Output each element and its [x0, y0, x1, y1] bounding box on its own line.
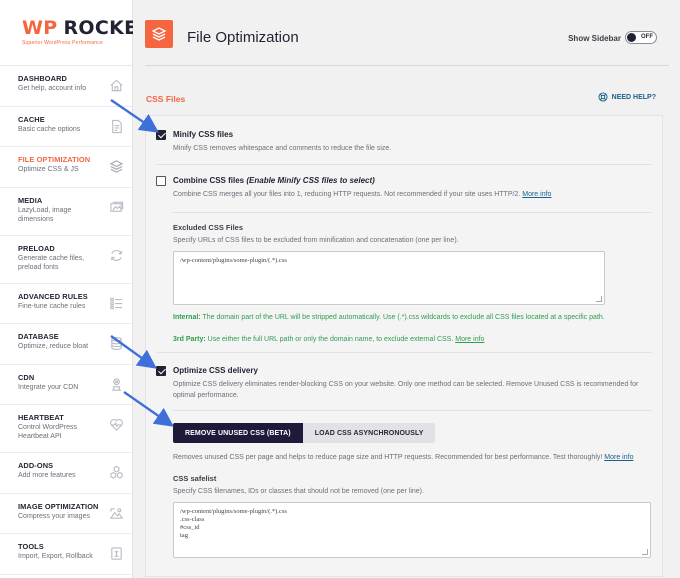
css-files-card: Minify CSS files Minify CSS removes whit… — [145, 115, 663, 577]
ruc-desc-text: Removes unused CSS per page and helps to… — [173, 454, 603, 461]
css-safelist-value: /wp-content/plugins/some-plugin/(.*).css… — [180, 508, 287, 539]
combine-css-label[interactable]: Combine CSS files (Enable Minify CSS fil… — [173, 176, 375, 185]
optimize-css-delivery-desc: Optimize CSS delivery eliminates render-… — [173, 381, 639, 399]
sidebar-item-sub: LazyLoad, image dimensions — [18, 206, 72, 223]
header-divider — [145, 65, 669, 66]
show-sidebar-label: Show Sidebar — [568, 34, 621, 43]
wp-rocket-logo[interactable]: WP ROCKET Superior WordPress Performance — [0, 0, 150, 66]
optimize-css-delivery-label[interactable]: Optimize CSS delivery — [173, 366, 258, 375]
minify-css-option: Minify CSS files Minify CSS removes whit… — [156, 130, 656, 160]
css-delivery-method-buttons: REMOVE UNUSED CSS (BETA) LOAD CSS ASYNCH… — [173, 423, 436, 443]
toggle-state: OFF — [641, 34, 653, 40]
refresh-icon — [111, 249, 122, 261]
combine-css-desc-text: Combine CSS merges all your files into 1… — [173, 191, 521, 198]
sidebar-item-sub: Optimize, reduce bloat — [18, 343, 89, 350]
combine-css-label-hint: (Enable Minify CSS files to select) — [246, 176, 375, 185]
combine-more-info-link[interactable]: More info — [522, 191, 551, 198]
excluded-css-textarea[interactable]: /wp-content/plugins/some-plugin/(.*).css — [173, 251, 605, 305]
load-css-async-button[interactable]: LOAD CSS ASYNCHRONOUSLY — [302, 423, 436, 443]
ruc-more-info-link[interactable]: More info — [604, 454, 633, 461]
page-title: File Optimization — [187, 29, 299, 46]
excluded-more-info-link[interactable]: More info — [455, 336, 484, 343]
sidebar-item-sub: Add more features — [18, 472, 76, 479]
css-safelist-desc: Specify CSS filenames, IDs or classes th… — [173, 488, 424, 495]
excluded-css-value: /wp-content/plugins/some-plugin/(.*).css — [180, 257, 287, 264]
list-icon — [110, 297, 123, 309]
internal-text: The domain part of the URL will be strip… — [200, 314, 605, 321]
sidebar-item-sub: Optimize CSS & JS — [18, 166, 79, 173]
sidebar-item-sub: Compress your images — [18, 512, 90, 520]
css-safelist-textarea[interactable]: /wp-content/plugins/some-plugin/(.*).css… — [173, 502, 651, 558]
minify-css-label[interactable]: Minify CSS files — [173, 130, 233, 139]
sidebar-item-sub: Generate cache files, preload fonts — [18, 254, 85, 271]
layers-icon — [151, 27, 167, 41]
combine-css-option: Combine CSS files (Enable Minify CSS fil… — [156, 176, 656, 206]
sidebar-item-tools[interactable]: TOOLS Import, Export, Rollback — [0, 534, 132, 575]
sidebar-item-heartbeat[interactable]: HEARTBEAT Control WordPress Heartbeat AP… — [0, 405, 132, 453]
tools-icon — [111, 547, 122, 560]
toggle-knob — [627, 33, 636, 42]
annotation-arrow-optimize-delivery — [110, 335, 157, 369]
image-optimization-icon — [109, 507, 124, 519]
lifebuoy-icon — [598, 92, 608, 102]
layers-icon — [109, 160, 124, 173]
remove-unused-css-desc: Removes unused CSS per page and helps to… — [173, 452, 653, 463]
optimize-css-delivery-option: Optimize CSS delivery Optimize CSS deliv… — [156, 366, 656, 406]
minify-css-desc: Minify CSS removes whitespace and commen… — [173, 145, 392, 152]
logo-wp: WP — [22, 17, 58, 39]
remove-unused-css-button[interactable]: REMOVE UNUSED CSS (BETA) — [173, 423, 303, 443]
sidebar-item-sub: Import, Export, Rollback — [18, 553, 93, 560]
excluded-internal-note: Internal: The domain part of the URL wil… — [173, 312, 613, 323]
sidebar-item-sub: Control WordPress Heartbeat API — [18, 424, 78, 440]
third-party-label: 3rd Party: — [173, 336, 206, 343]
page-header: File Optimization Show Sidebar OFF — [145, 18, 669, 58]
logo-tagline: Superior WordPress Performance — [22, 40, 103, 46]
sidebar-item-advanced-rules[interactable]: ADVANCED RULES Fine-tune cache rules — [0, 284, 132, 324]
combine-css-checkbox[interactable] — [156, 176, 166, 186]
resize-grip[interactable] — [642, 549, 648, 555]
annotation-arrow-remove-unused — [123, 391, 174, 427]
excluded-third-party-note: 3rd Party: Use either the full URL path … — [173, 334, 613, 345]
separator — [173, 410, 652, 411]
sidebar-item-sub: Fine-tune cache rules — [18, 302, 86, 310]
internal-label: Internal: — [173, 314, 201, 321]
addons-icon — [110, 465, 123, 479]
sidebar-item-file-optimization[interactable]: FILE OPTIMIZATION Optimize CSS & JS — [0, 147, 132, 188]
file-optimization-header-icon — [145, 20, 173, 48]
sidebar-item-add-ons[interactable]: ADD-ONS Add more features — [0, 453, 132, 494]
sidebar-item-preload[interactable]: PRELOAD Generate cache files, preload fo… — [0, 236, 132, 284]
sidebar-item-image-optimization[interactable]: IMAGE OPTIMIZATION Compress your images — [0, 494, 132, 534]
sidebar-item-media[interactable]: MEDIA LazyLoad, image dimensions — [0, 188, 132, 236]
combine-css-label-text: Combine CSS files — [173, 176, 247, 185]
main-content: File Optimization Show Sidebar OFF CSS F… — [133, 0, 680, 578]
show-sidebar-toggle[interactable]: OFF — [625, 31, 657, 44]
home-icon — [110, 79, 123, 92]
third-party-text: Use either the full URL path or only the… — [205, 336, 454, 343]
separator — [156, 352, 652, 353]
sidebar-item-sub: Basic cache options — [18, 125, 81, 133]
image-icon — [110, 201, 124, 212]
annotation-arrow-minify — [110, 99, 159, 133]
css-safelist-label: CSS safelist — [173, 474, 217, 483]
resize-grip[interactable] — [596, 296, 602, 302]
need-help-link[interactable]: NEED HELP? — [598, 92, 656, 102]
separator — [173, 212, 652, 213]
combine-css-desc: Combine CSS merges all your files into 1… — [173, 189, 653, 200]
excluded-css-desc: Specify URLs of CSS files to be excluded… — [173, 237, 459, 244]
separator — [156, 164, 652, 165]
sidebar-item-sub: Integrate your CDN — [18, 383, 79, 391]
sidebar-item-sub: Get help, account info — [18, 85, 87, 92]
sidebar: WP ROCKET Superior WordPress Performance… — [0, 0, 150, 578]
need-help-label: NEED HELP? — [611, 93, 656, 101]
excluded-css-label: Excluded CSS Files — [173, 223, 244, 232]
